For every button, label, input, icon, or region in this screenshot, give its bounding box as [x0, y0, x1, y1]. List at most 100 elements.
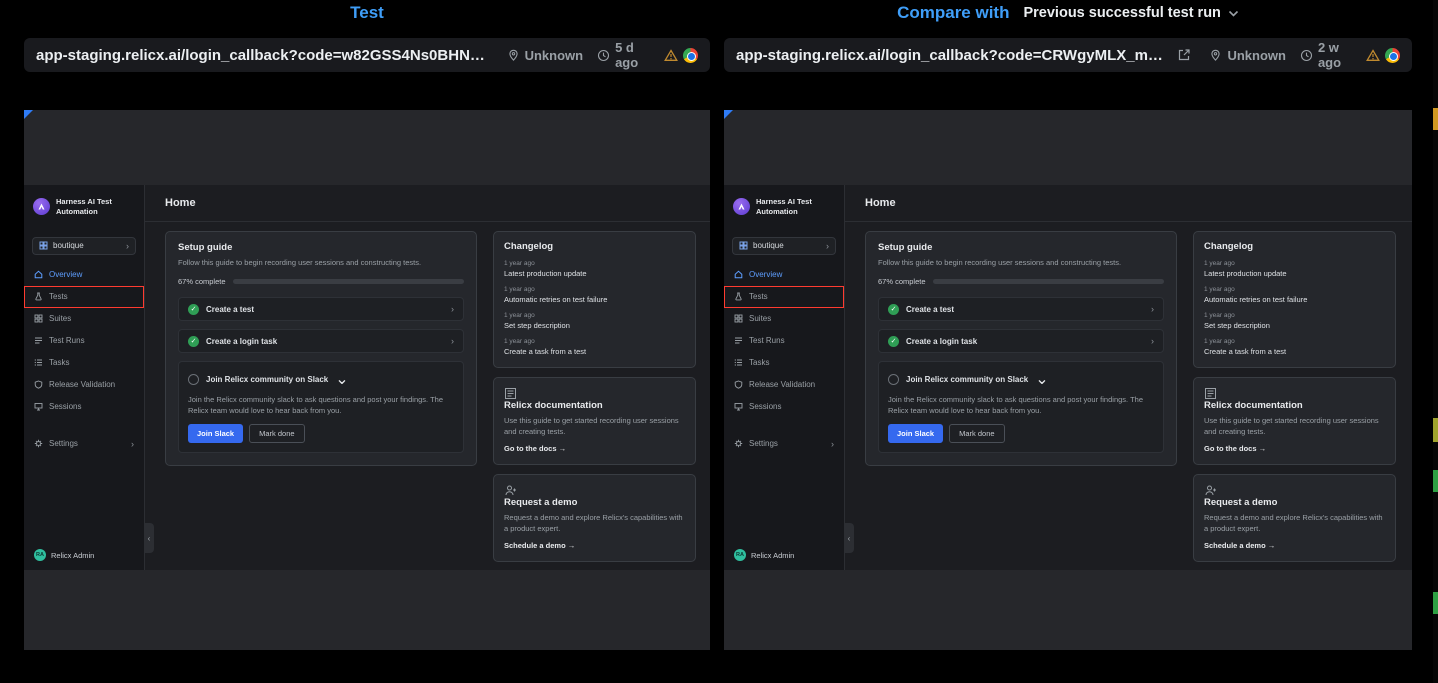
request-demo-text: Request a demo and explore Relicx's capa… [504, 513, 685, 534]
shield-icon [34, 380, 43, 389]
document-icon [504, 387, 685, 400]
brand: Harness AI TestAutomation [724, 185, 844, 219]
page-header: Home [845, 185, 1412, 222]
sidebar-item-test-runs[interactable]: Test Runs [724, 330, 844, 352]
sidebar-item-sessions[interactable]: Sessions [724, 396, 844, 418]
request-demo-text: Request a demo and explore Relicx's capa… [1204, 513, 1385, 534]
app-main: Home Setup guide Follow this guide to be… [845, 185, 1412, 570]
join-slack-button[interactable]: Join Slack [888, 424, 943, 443]
project-selector[interactable]: boutique › [32, 237, 136, 255]
setup-guide-subtitle: Follow this guide to begin recording use… [178, 258, 464, 268]
progress-bar [933, 279, 1164, 284]
schedule-demo-link[interactable]: Schedule a demo → [1204, 541, 1385, 550]
sidebar-item-suites[interactable]: Suites [24, 308, 144, 330]
user-menu[interactable]: RA Relicx Admin [24, 540, 144, 570]
sidebar-item-tasks[interactable]: Tasks [24, 352, 144, 374]
sidebar-item-test-runs[interactable]: Test Runs [24, 330, 144, 352]
changelog-entry: 1 year ago Create a task from a test [1204, 338, 1385, 356]
docs-link[interactable]: Go to the docs → [504, 444, 685, 453]
list-icon [734, 336, 743, 345]
setup-guide-title: Setup guide [878, 242, 1164, 253]
setup-item-create-test[interactable]: ✓ Create a test › [178, 297, 464, 321]
chevron-right-icon: › [831, 439, 834, 449]
page-header: Home [145, 185, 710, 222]
brand: Harness AI TestAutomation [24, 185, 144, 219]
mark-done-button[interactable]: Mark done [249, 424, 304, 443]
compare-target-label: Previous successful test run [1023, 5, 1220, 21]
chevron-right-icon: › [126, 241, 129, 251]
sidebar-item-overview[interactable]: Overview [724, 264, 844, 286]
list-icon [34, 336, 43, 345]
sidebar-item-tests[interactable]: Tests [24, 286, 144, 308]
gear-icon [34, 439, 43, 448]
join-slack-button[interactable]: Join Slack [188, 424, 243, 443]
documentation-text: Use this guide to get started recording … [504, 416, 685, 437]
changelog-entry: 1 year ago Automatic retries on test fai… [504, 286, 685, 304]
grid-icon [734, 314, 743, 323]
user-name: Relicx Admin [751, 551, 794, 560]
setup-item-create-test[interactable]: ✓ Create a test › [878, 297, 1164, 321]
external-link-icon[interactable] [1177, 48, 1191, 62]
setup-guide-title: Setup guide [178, 242, 464, 253]
selection-corner-marker [724, 110, 733, 119]
compare-target-dropdown[interactable]: Previous successful test run [1023, 5, 1238, 21]
project-selector[interactable]: boutique › [732, 237, 836, 255]
setup-item-create-login-task[interactable]: ✓ Create a login task › [178, 329, 464, 353]
sidebar-item-tasks[interactable]: Tasks [724, 352, 844, 374]
project-icon [739, 241, 748, 250]
app-sidebar: Harness AI TestAutomation boutique › Ove… [724, 185, 845, 570]
right-app-screenshot: Harness AI TestAutomation boutique › Ove… [724, 185, 1412, 570]
progress-label: 67% complete [178, 277, 226, 286]
ruler-mark [1433, 470, 1438, 492]
monitor-icon [734, 402, 743, 411]
setup-item-join-slack: Join Relicx community on Slack ⌄ Join th… [178, 361, 464, 453]
shield-icon [734, 380, 743, 389]
page-title: Home [865, 197, 896, 209]
left-app-screenshot: Harness AI TestAutomation boutique › Ove… [24, 185, 710, 570]
sidebar-collapse-handle[interactable]: ‹ [144, 523, 154, 553]
person-add-icon [1204, 484, 1385, 497]
unchecked-circle-icon [188, 374, 199, 385]
setup-item-create-login-task[interactable]: ✓ Create a login task › [878, 329, 1164, 353]
sidebar-item-settings[interactable]: Settings › [24, 433, 144, 455]
overview-ruler[interactable] [1433, 0, 1438, 683]
setup-guide-subtitle: Follow this guide to begin recording use… [878, 258, 1164, 268]
right-pane-header: Compare with Previous successful test ru… [724, 3, 1412, 23]
sidebar-collapse-handle[interactable]: ‹ [844, 523, 854, 553]
sidebar-item-sessions[interactable]: Sessions [24, 396, 144, 418]
location-pin-icon [507, 49, 520, 62]
docs-link[interactable]: Go to the docs → [1204, 444, 1385, 453]
changelog-entry: 1 year ago Create a task from a test [504, 338, 685, 356]
request-demo-card: Request a demo Request a demo and explor… [1193, 474, 1396, 562]
join-slack-description: Join the Relicx community slack to ask q… [888, 395, 1154, 416]
chevron-right-icon: › [1151, 336, 1154, 346]
changelog-entry: 1 year ago Set step description [1204, 312, 1385, 330]
flask-icon [34, 292, 43, 301]
changelog-entry: 1 year ago Latest production update [1204, 260, 1385, 278]
project-name: boutique [753, 241, 784, 250]
chevron-down-icon: ⌄ [335, 369, 348, 389]
sidebar-item-release-validation[interactable]: Release Validation [24, 374, 144, 396]
schedule-demo-link[interactable]: Schedule a demo → [504, 541, 685, 550]
sidebar-item-overview[interactable]: Overview [24, 264, 144, 286]
sidebar-item-release-validation[interactable]: Release Validation [724, 374, 844, 396]
sidebar-item-suites[interactable]: Suites [724, 308, 844, 330]
progress-bar [233, 279, 464, 284]
setup-guide-card: Setup guide Follow this guide to begin r… [165, 231, 477, 466]
right-url-bar: app-staging.relicx.ai/login_callback?cod… [724, 38, 1412, 72]
join-slack-header[interactable]: Join Relicx community on Slack ⌄ [188, 369, 454, 389]
mark-done-button[interactable]: Mark done [949, 424, 1004, 443]
harness-logo-icon [33, 198, 50, 215]
avatar: RA [34, 549, 46, 561]
check-circle-icon: ✓ [188, 304, 199, 315]
changelog-entry: 1 year ago Set step description [504, 312, 685, 330]
sidebar-item-settings[interactable]: Settings › [724, 433, 844, 455]
user-menu[interactable]: RA Relicx Admin [724, 540, 844, 570]
join-slack-header[interactable]: Join Relicx community on Slack ⌄ [888, 369, 1154, 389]
selection-corner-marker [24, 110, 33, 119]
warning-icon [1366, 49, 1380, 62]
left-screenshot-panel: Harness AI TestAutomation boutique › Ove… [24, 110, 710, 650]
sidebar-item-tests[interactable]: Tests [724, 286, 844, 308]
right-screenshot-panel: Harness AI TestAutomation boutique › Ove… [724, 110, 1412, 650]
chevron-right-icon: › [826, 241, 829, 251]
